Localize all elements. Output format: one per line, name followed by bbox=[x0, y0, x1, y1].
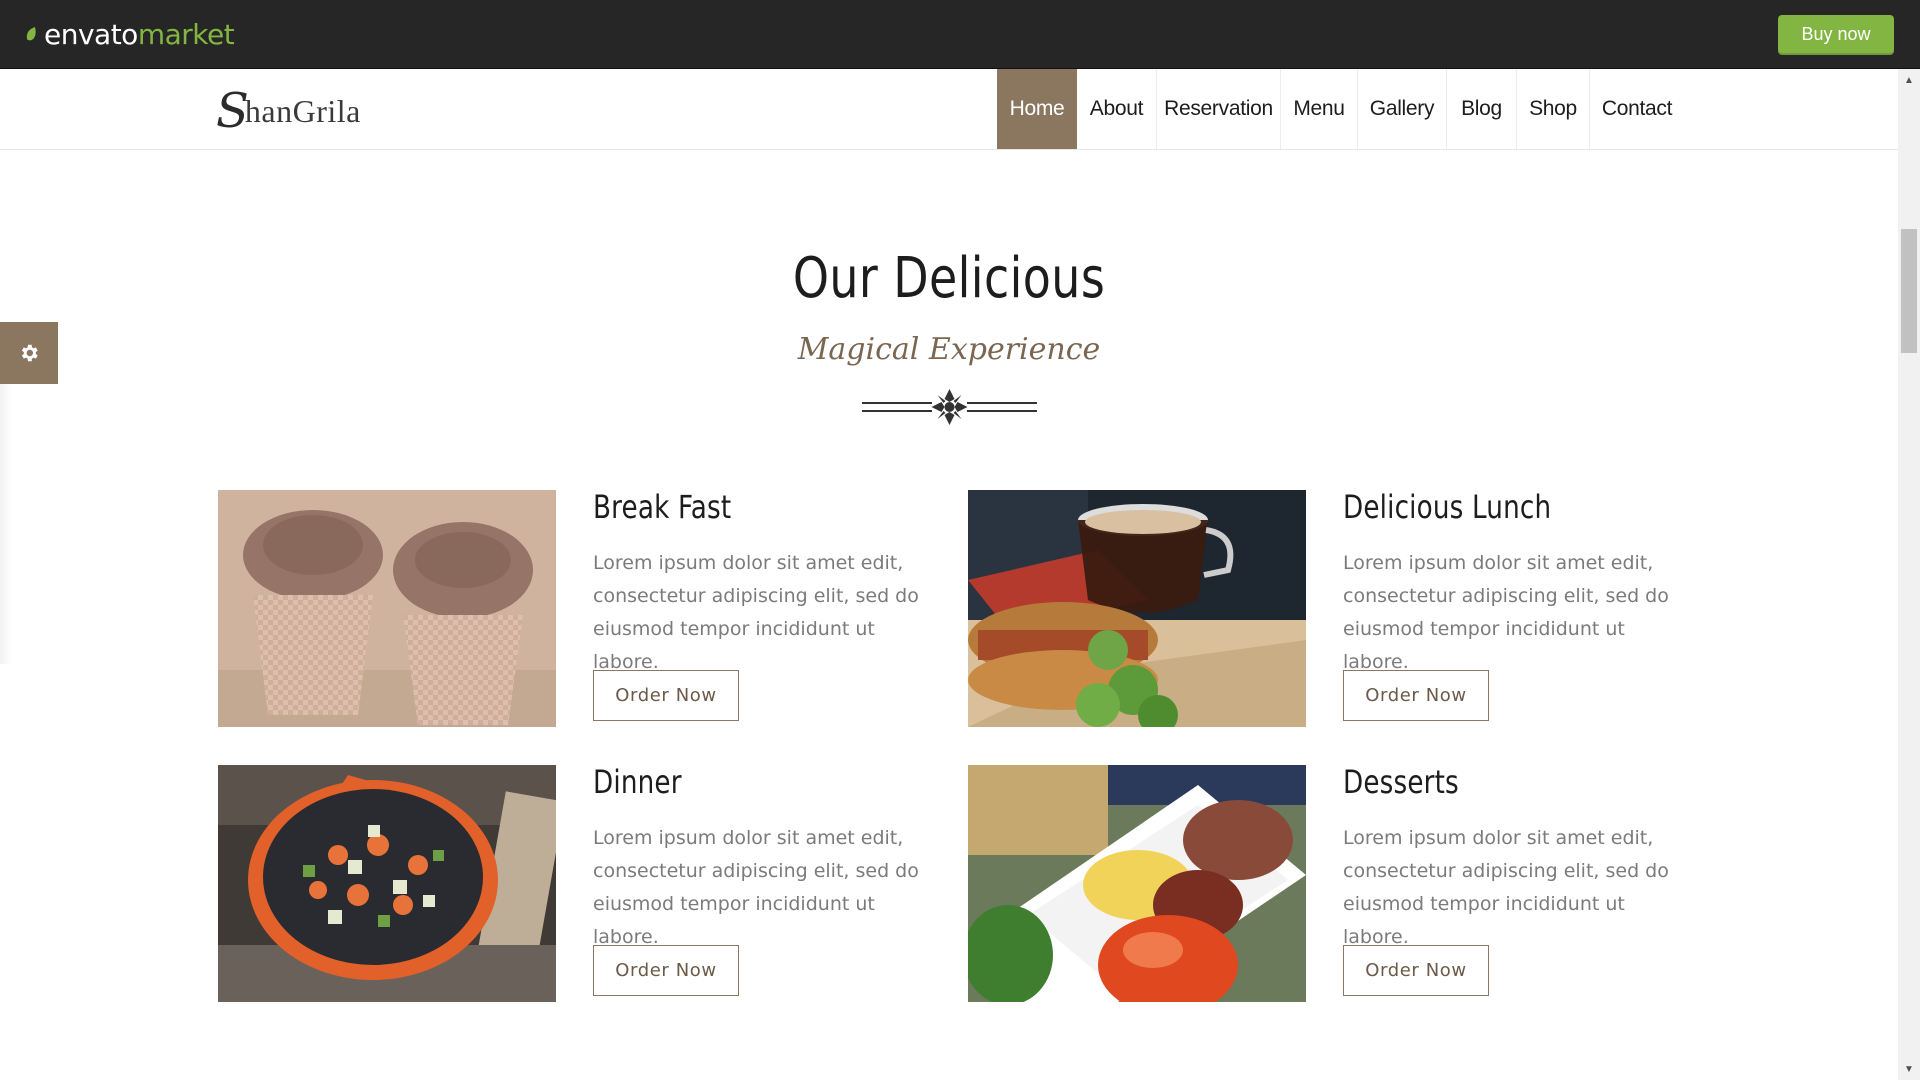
nav-item-home[interactable]: Home bbox=[997, 69, 1077, 149]
nav-item-menu[interactable]: Menu bbox=[1281, 69, 1358, 149]
nav-item-blog[interactable]: Blog bbox=[1447, 69, 1517, 149]
leaf-icon bbox=[26, 27, 36, 41]
nav-item-label: Reservation bbox=[1164, 97, 1273, 120]
nav-item-label: About bbox=[1089, 97, 1144, 120]
triangle-up-icon[interactable]: ▲ bbox=[1898, 71, 1920, 89]
scrollbar-thumb[interactable] bbox=[1901, 229, 1917, 353]
card-description: Lorem ipsum dolor sit amet edit, consect… bbox=[1343, 827, 1669, 948]
envato-logo[interactable]: envato market bbox=[24, 17, 235, 51]
card-title: Desserts bbox=[1343, 763, 1459, 801]
cupcakes-photo bbox=[218, 490, 556, 727]
rice-plate-photo bbox=[968, 765, 1306, 1002]
nav-item-label: Contact bbox=[1601, 97, 1673, 120]
order-now-button[interactable]: Order Now bbox=[1343, 670, 1489, 721]
card-title: Dinner bbox=[593, 763, 682, 801]
order-now-button[interactable]: Order Now bbox=[593, 945, 739, 996]
order-now-button[interactable]: Order Now bbox=[593, 670, 739, 721]
nav-item-gallery[interactable]: Gallery bbox=[1358, 69, 1447, 149]
coffee-sandwich-photo bbox=[968, 490, 1306, 727]
nav-item-label: Blog bbox=[1461, 97, 1502, 120]
card-description: Lorem ipsum dolor sit amet edit, consect… bbox=[593, 552, 919, 673]
nav-item-label: Shop bbox=[1529, 97, 1577, 120]
card-description: Lorem ipsum dolor sit amet edit, consect… bbox=[593, 827, 919, 948]
nav-item-shop[interactable]: Shop bbox=[1517, 69, 1590, 149]
side-panel-edge bbox=[0, 384, 12, 664]
nav-item-label: Home bbox=[1009, 97, 1065, 120]
nav-item-about[interactable]: About bbox=[1077, 69, 1157, 149]
market-logo-word: market bbox=[137, 17, 235, 51]
buy-now-button[interactable]: Buy now bbox=[1778, 15, 1894, 53]
card-description: Lorem ipsum dolor sit amet edit, consect… bbox=[1343, 552, 1669, 673]
section-subtitle: Magical Experience bbox=[797, 332, 1101, 367]
nav-item-contact[interactable]: Contact bbox=[1590, 69, 1684, 149]
envato-top-bar: envato market Buy now bbox=[0, 0, 1920, 69]
section-title: Our Delicious bbox=[792, 246, 1106, 311]
page-scrollbar[interactable]: ▲ ▼ bbox=[1898, 69, 1920, 1080]
nav-item-label: Gallery bbox=[1369, 97, 1435, 120]
card-title: Break Fast bbox=[593, 488, 732, 526]
site-header: ShanGrila Home About Reservation Menu Ga… bbox=[0, 69, 1898, 150]
triangle-down-icon[interactable]: ▼ bbox=[1898, 1060, 1920, 1078]
brand-logo[interactable]: ShanGrila bbox=[216, 87, 361, 135]
nav-item-reservation[interactable]: Reservation bbox=[1157, 69, 1281, 149]
nav-item-label: Menu bbox=[1293, 97, 1345, 120]
pan-vegetables-photo bbox=[218, 765, 556, 1002]
envato-logo-word: envato bbox=[44, 17, 138, 51]
brand-name: hanGrila bbox=[244, 92, 361, 129]
card-title: Delicious Lunch bbox=[1343, 488, 1552, 526]
ornament-divider-icon bbox=[862, 389, 1037, 425]
order-now-button[interactable]: Order Now bbox=[1343, 945, 1489, 996]
main-nav: Home About Reservation Menu Gallery Blog… bbox=[997, 69, 1684, 149]
